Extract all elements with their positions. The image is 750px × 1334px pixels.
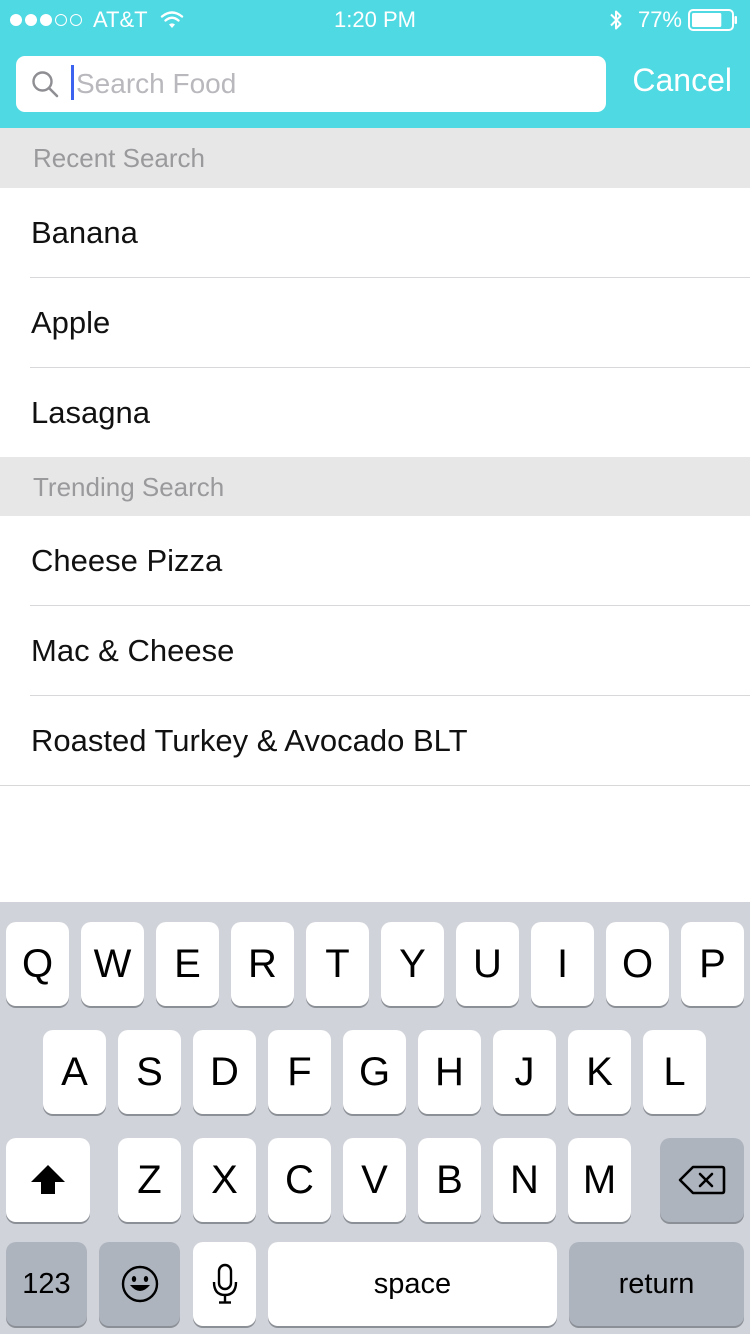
microphone-icon	[212, 1263, 237, 1304]
status-bar: AT&T 1:20 PM 77%	[0, 0, 750, 40]
key-y[interactable]: Y	[381, 922, 444, 1006]
recent-search-header: Recent Search	[0, 128, 750, 188]
shift-key[interactable]	[6, 1138, 90, 1222]
key-a[interactable]: A	[43, 1030, 106, 1114]
backspace-icon	[678, 1165, 726, 1195]
microphone-key[interactable]	[193, 1242, 256, 1326]
key-q[interactable]: Q	[6, 922, 69, 1006]
key-t[interactable]: T	[306, 922, 369, 1006]
key-m[interactable]: M	[568, 1138, 631, 1222]
search-input[interactable]	[76, 60, 596, 108]
key-i[interactable]: I	[531, 922, 594, 1006]
key-x[interactable]: X	[193, 1138, 256, 1222]
backspace-key[interactable]	[660, 1138, 744, 1222]
recent-search-item[interactable]: Apple	[0, 278, 750, 368]
key-o[interactable]: O	[606, 922, 669, 1006]
numbers-key[interactable]: 123	[6, 1242, 87, 1326]
key-j[interactable]: J	[493, 1030, 556, 1114]
bluetooth-icon	[610, 10, 622, 30]
shift-icon	[31, 1165, 65, 1194]
key-v[interactable]: V	[343, 1138, 406, 1222]
key-n[interactable]: N	[493, 1138, 556, 1222]
recent-search-item[interactable]: Lasagna	[0, 368, 750, 458]
trending-search-item[interactable]: Roasted Turkey & Avocado BLT	[0, 696, 750, 786]
emoji-icon	[121, 1265, 158, 1303]
top-bar: AT&T 1:20 PM 77% Cancel	[0, 0, 750, 128]
battery-percent: 77%	[637, 7, 682, 32]
battery-icon	[688, 9, 737, 31]
key-f[interactable]: F	[268, 1030, 331, 1114]
return-key[interactable]: return	[569, 1242, 744, 1326]
key-k[interactable]: K	[568, 1030, 631, 1114]
key-c[interactable]: C	[268, 1138, 331, 1222]
key-b[interactable]: B	[418, 1138, 481, 1222]
key-h[interactable]: H	[418, 1030, 481, 1114]
key-d[interactable]: D	[193, 1030, 256, 1114]
key-p[interactable]: P	[681, 922, 744, 1006]
trending-search-item[interactable]: Mac & Cheese	[0, 606, 750, 696]
trending-search-item[interactable]: Cheese Pizza	[0, 516, 750, 606]
recent-search-item[interactable]: Banana	[0, 188, 750, 278]
key-e[interactable]: E	[156, 922, 219, 1006]
space-key[interactable]: space	[268, 1242, 557, 1326]
key-r[interactable]: R	[231, 922, 294, 1006]
emoji-key[interactable]	[99, 1242, 180, 1326]
key-s[interactable]: S	[118, 1030, 181, 1114]
keyboard: Q W E R T Y U I O P A S D F G H J K L Z …	[0, 902, 750, 1334]
text-caret	[71, 65, 74, 100]
key-l[interactable]: L	[643, 1030, 706, 1114]
search-icon	[32, 71, 59, 98]
cancel-button[interactable]: Cancel	[632, 62, 732, 99]
key-u[interactable]: U	[456, 922, 519, 1006]
key-z[interactable]: Z	[118, 1138, 181, 1222]
key-g[interactable]: G	[343, 1030, 406, 1114]
status-right: 77%	[608, 7, 738, 33]
trending-search-header: Trending Search	[0, 457, 750, 517]
key-w[interactable]: W	[81, 922, 144, 1006]
